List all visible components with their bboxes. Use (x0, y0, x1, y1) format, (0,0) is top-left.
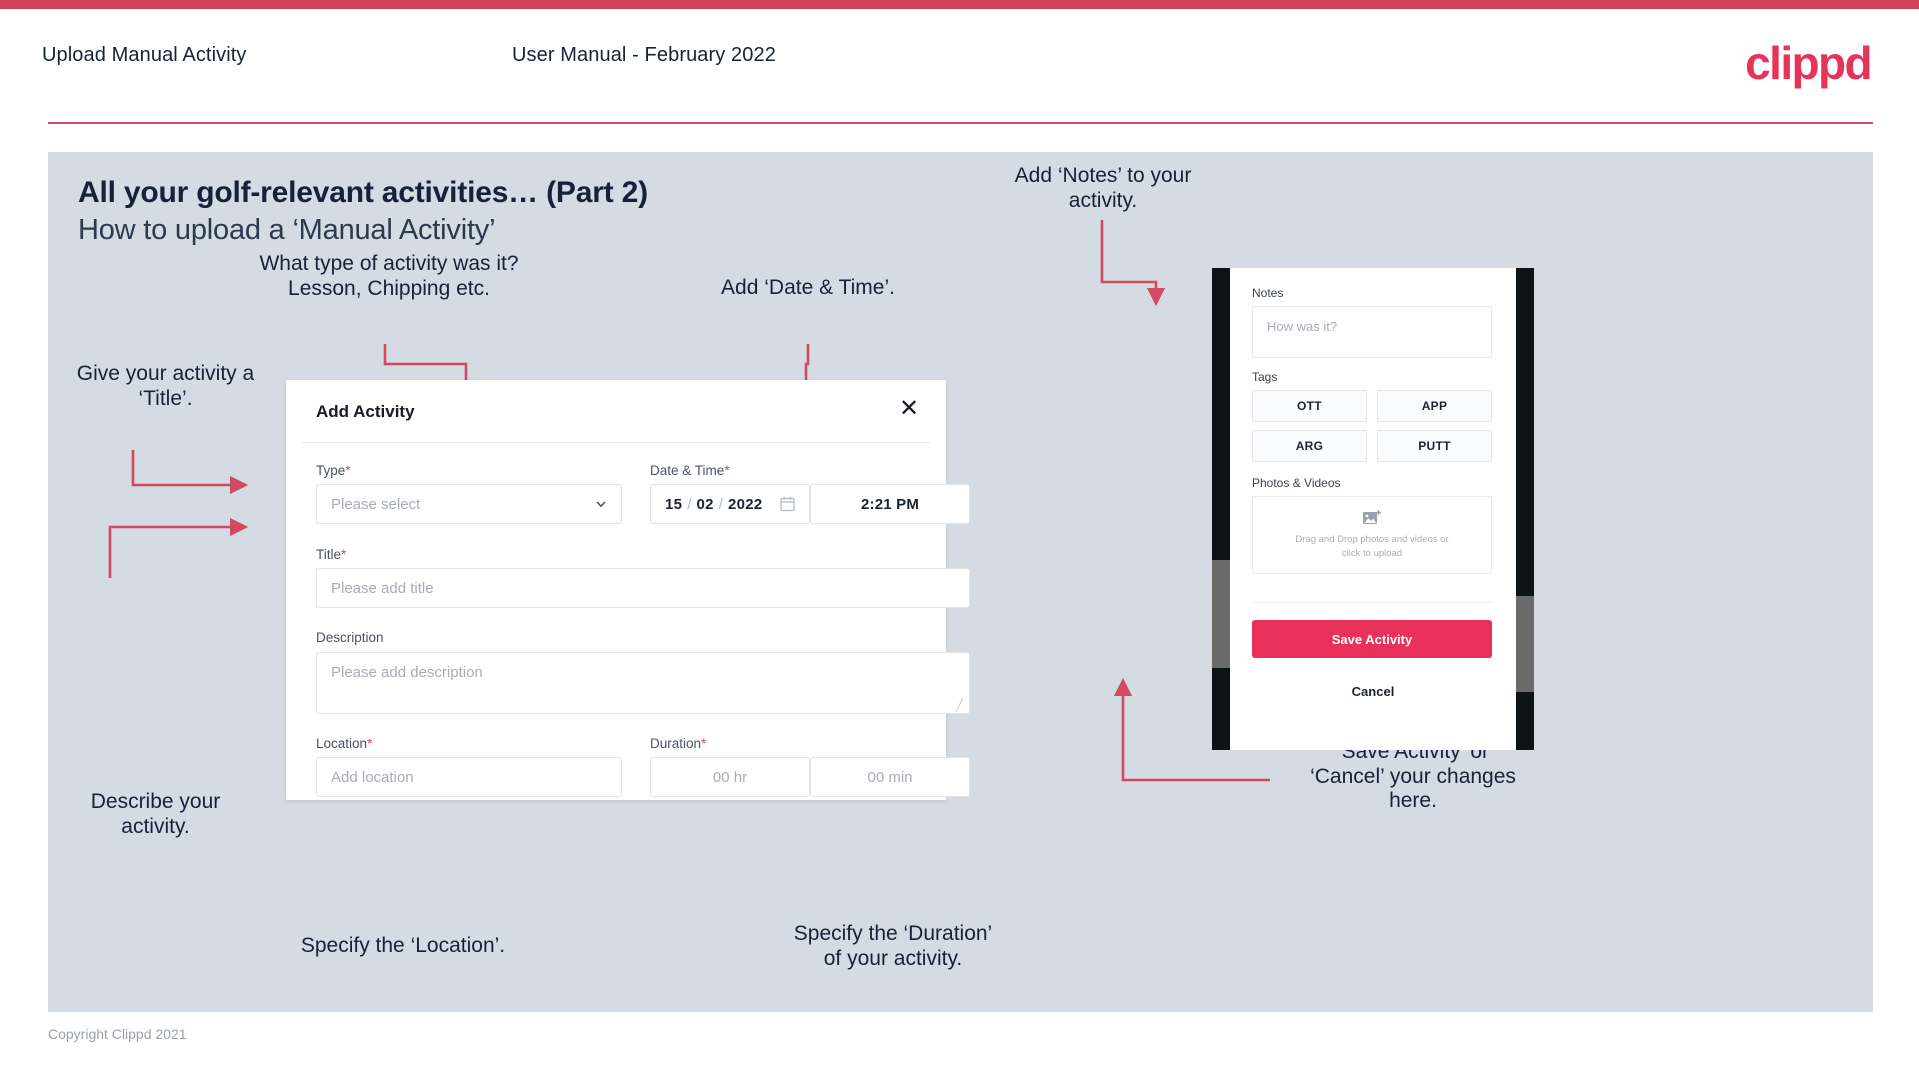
slide-panel: All your golf-relevant activities… (Part… (48, 152, 1873, 1012)
photos-label: Photos & Videos (1252, 476, 1341, 490)
annotation-type-line2: Lesson, Chipping etc. (288, 276, 490, 300)
annotation-type-line1: What type of activity was it? (259, 252, 519, 275)
calendar-icon[interactable] (780, 496, 795, 512)
phone-bezel-left (1212, 268, 1230, 750)
duration-hours-value: 00 hr (712, 768, 748, 786)
page-title: All your golf-relevant activities… (Part… (78, 176, 648, 209)
title-placeholder: Please add title (331, 579, 434, 597)
phone-divider (1252, 602, 1492, 603)
type-placeholder: Please select (331, 495, 421, 513)
duration-label: Duration* (650, 735, 707, 751)
date-day: 15 (665, 495, 683, 513)
tag-putt[interactable]: PUTT (1377, 430, 1492, 462)
tag-ott[interactable]: OTT (1252, 390, 1367, 422)
clippd-logo: clippd (1745, 37, 1872, 89)
dropzone-line1: Drag and Drop photos and videos or (1295, 534, 1449, 546)
annotation-location: Specify the ‘Location’. (300, 934, 506, 957)
slide-page: Upload Manual Activity User Manual - Feb… (0, 0, 1919, 1079)
photo-dropzone[interactable]: Drag and Drop photos and videos or click… (1252, 496, 1492, 574)
type-select[interactable]: Please select (316, 484, 622, 524)
location-label: Location* (316, 735, 373, 751)
description-label: Description (316, 630, 384, 645)
title-label: Title* (316, 546, 347, 562)
cancel-button[interactable]: Cancel (1230, 684, 1516, 699)
annotation-title: Give your activity a ‘Title’. (76, 362, 255, 410)
save-activity-button[interactable]: Save Activity (1252, 620, 1492, 658)
phone-mockup: Notes How was it? Tags OTT APP ARG PUTT … (1212, 268, 1534, 750)
add-activity-dialog: Add Activity ✕ Type* Please select Date … (286, 380, 970, 800)
location-input[interactable]: Add location (316, 757, 622, 797)
header-left-title: Upload Manual Activity (42, 44, 247, 66)
header-divider (48, 122, 1873, 124)
chevron-down-icon (596, 501, 606, 508)
annotation-description: Describe your activity. (90, 790, 221, 838)
description-placeholder: Please add description (331, 664, 483, 681)
top-accent-bar (0, 0, 1919, 9)
date-sep-1: / (687, 495, 692, 513)
phone-screen: Notes How was it? Tags OTT APP ARG PUTT … (1230, 268, 1516, 750)
date-sep-2: / (718, 495, 723, 513)
resize-handle-icon[interactable]: ╱ (956, 701, 966, 712)
tag-app[interactable]: APP (1377, 390, 1492, 422)
description-textarea[interactable]: Please add description ╱ (316, 652, 970, 714)
title-input[interactable]: Please add title (316, 568, 970, 608)
time-value: 2:21 PM (860, 495, 920, 513)
phone-volume-button-left (1212, 560, 1230, 668)
dialog-header-divider (302, 442, 930, 443)
date-year: 2022 (727, 495, 763, 513)
annotation-duration: Specify the ‘Duration’ of your activity. (793, 922, 993, 970)
page-subtitle: How to upload a ‘Manual Activity’ (78, 214, 496, 246)
duration-minutes-input[interactable]: 00 min (810, 757, 970, 797)
datetime-label: Date & Time* (650, 462, 730, 478)
annotation-save: ‘Save Activity’ or ‘Cancel’ your changes h… (1310, 740, 1516, 813)
dropzone-text: Drag and Drop photos and videos or click… (1295, 533, 1448, 561)
date-month: 02 (696, 495, 714, 513)
header-center-title: User Manual - February 2022 (512, 44, 776, 66)
footer-copyright: Copyright Clippd 2021 (48, 1026, 187, 1042)
notes-label: Notes (1252, 286, 1284, 300)
tags-label: Tags (1252, 370, 1278, 384)
phone-power-button-right (1516, 596, 1534, 692)
phone-bezel-right (1516, 268, 1534, 750)
annotation-notes: Add ‘Notes’ to your activity. (1014, 164, 1192, 212)
annotation-datetime: Add ‘Date & Time’. (721, 276, 895, 299)
dropzone-line2: click to upload (1341, 548, 1403, 559)
notes-placeholder: How was it? (1267, 319, 1338, 334)
location-placeholder: Add location (331, 768, 414, 786)
add-image-icon (1363, 510, 1381, 525)
notes-input[interactable]: How was it? (1252, 306, 1492, 358)
tag-arg[interactable]: ARG (1252, 430, 1367, 462)
time-input[interactable]: 2:21 PM (810, 484, 970, 524)
date-input[interactable]: 15 / 02 / 2022 (650, 484, 810, 524)
duration-hours-input[interactable]: 00 hr (650, 757, 810, 797)
annotation-type: What type of activity was it? Lesson, Chi… (244, 252, 534, 301)
type-label: Type* (316, 462, 351, 478)
close-icon[interactable]: ✕ (894, 394, 924, 424)
duration-minutes-value: 00 min (867, 768, 913, 786)
dialog-title: Add Activity (316, 402, 415, 421)
